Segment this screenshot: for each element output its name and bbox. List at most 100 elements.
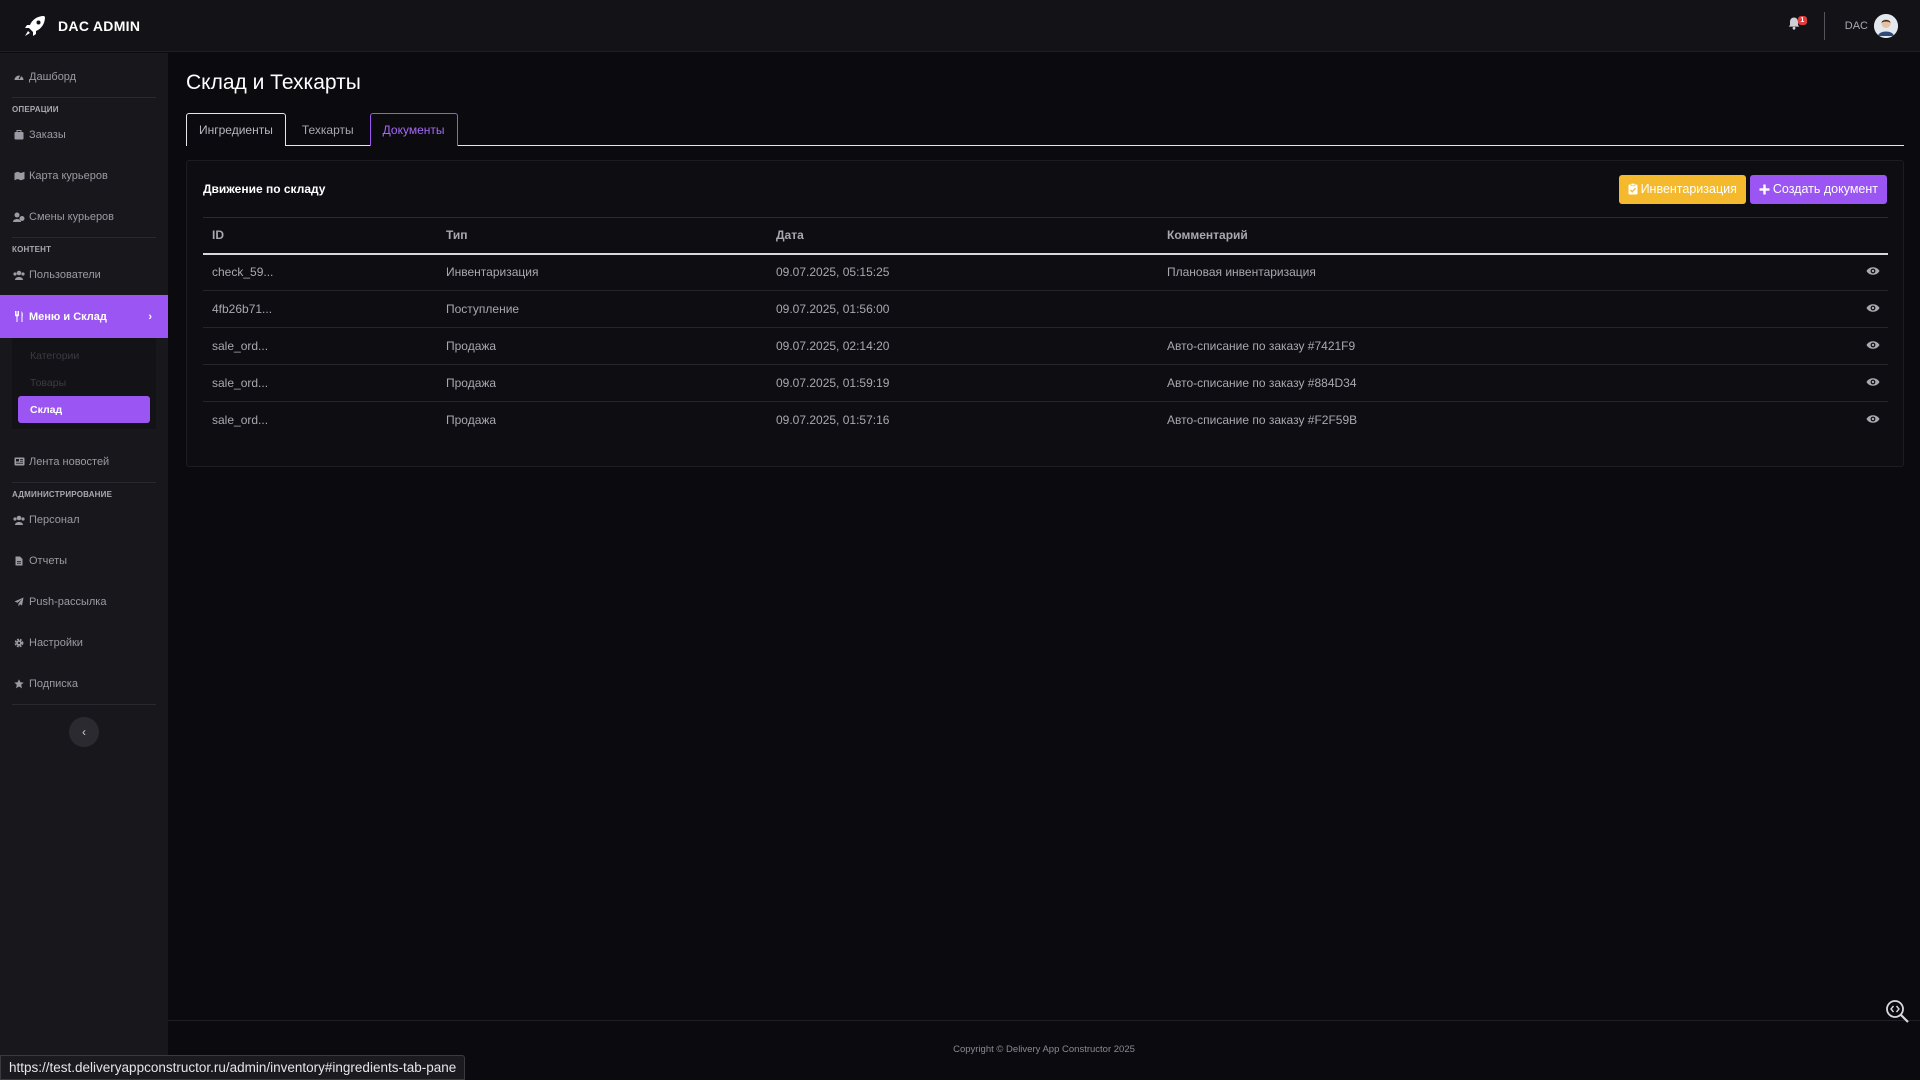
users-icon [13, 269, 25, 281]
avatar [1874, 13, 1898, 38]
tab-bar: Ингредиенты Техкарты Документы [186, 113, 1904, 146]
tab-tech-cards[interactable]: Техкарты [289, 113, 367, 146]
cell-date: 09.07.2025, 01:57:16 [776, 413, 890, 428]
tab-ingredients[interactable]: Ингредиенты [186, 113, 286, 146]
cell-date: 09.07.2025, 02:14:20 [767, 327, 1158, 365]
table-row: sale_ord... Продажа 09.07.2025, 02:14:20… [203, 327, 1888, 365]
cell-type: Поступление [437, 290, 767, 328]
sidebar-item-label: Push-рассылка [29, 595, 107, 608]
submenu-item-products[interactable]: Товары [12, 369, 156, 396]
header-divider [1823, 11, 1825, 40]
view-eye-icon[interactable] [1866, 414, 1880, 424]
cell-id: sale_ord... [212, 413, 269, 428]
clipboard-check-icon [1628, 183, 1638, 195]
cell-type: Продажа [437, 364, 767, 402]
map-icon [13, 170, 25, 182]
sidebar-item-news-feed[interactable]: Лента новостей [0, 441, 168, 482]
column-header-actions [1848, 217, 1888, 255]
sidebar-item-reports[interactable]: Отчеты [0, 540, 168, 581]
utensils-icon [13, 311, 25, 323]
cell-comment [1158, 290, 1848, 328]
sidebar-item-users[interactable]: Пользователи [0, 254, 168, 295]
page-title: Склад и Техкарты [186, 71, 361, 94]
sidebar-divider [12, 704, 156, 705]
cell-type: Продажа [437, 327, 767, 365]
sidebar-item-subscription[interactable]: Подписка [0, 663, 168, 704]
inventory-button-label: Инвентаризация [1640, 182, 1737, 196]
main-content: Склад и Техкарты Ингредиенты Техкарты До… [168, 53, 1920, 1020]
inventory-button[interactable]: Инвентаризация [1618, 174, 1746, 204]
sidebar-item-label: Подписка [29, 677, 78, 690]
sidebar-item-courier-map[interactable]: Карта курьеров [0, 155, 168, 196]
cell-comment: Авто-списание по заказу #7421F9 [1158, 327, 1848, 365]
cell-id: sale_ord... [203, 327, 437, 365]
sidebar: Дашборд ОПЕРАЦИИ Заказы Карта курьеров С… [0, 53, 168, 1056]
column-header-comment[interactable]: Комментарий [1158, 217, 1848, 255]
sidebar-item-label: Персонал [29, 513, 80, 526]
table-row: sale_ord... Продажа 09.07.2025, 01:59:19… [203, 364, 1888, 402]
cart-icon [13, 129, 25, 141]
sidebar-item-courier-shifts[interactable]: Смены курьеров [0, 196, 168, 237]
notifications-button[interactable]: 1 [1784, 15, 1807, 36]
sidebar-item-label: Смены курьеров [29, 210, 115, 223]
footer-divider [168, 1020, 1920, 1021]
sidebar-item-settings[interactable]: Настройки [0, 622, 168, 663]
sidebar-item-label: Пользователи [29, 268, 101, 281]
newspaper-icon [13, 456, 25, 468]
view-eye-icon[interactable] [1866, 340, 1880, 350]
sidebar-item-push[interactable]: Push-рассылка [0, 581, 168, 622]
view-eye-icon[interactable] [1866, 266, 1880, 276]
user-menu[interactable]: DAC [1844, 13, 1898, 38]
view-eye-icon[interactable] [1866, 377, 1880, 387]
cell-id: sale_ord... [203, 364, 437, 402]
cell-date: 09.07.2025, 05:15:25 [767, 253, 1158, 291]
cell-actions [1848, 364, 1888, 402]
cell-actions [1848, 290, 1888, 328]
zoom-code-icon[interactable] [1883, 997, 1911, 1025]
paper-plane-icon [13, 596, 25, 608]
view-eye-icon[interactable] [1866, 303, 1880, 313]
cell-comment: Плановая инвентаризация [1158, 253, 1848, 291]
chevron-left-icon: ‹ [82, 725, 86, 739]
sidebar-item-staff[interactable]: Персонал [0, 499, 168, 540]
sidebar-collapse-button[interactable]: ‹ [69, 717, 99, 747]
table-row: check_59... Инвентаризация 09.07.2025, 0… [203, 253, 1888, 291]
brand[interactable]: DAC ADMIN [0, 0, 168, 52]
sidebar-item-orders[interactable]: Заказы [0, 114, 168, 155]
sidebar-item-menu-warehouse[interactable]: Меню и Склад › [0, 295, 168, 338]
cell-date: 09.07.2025, 01:56:00 [767, 290, 1158, 328]
column-header-id[interactable]: ID [203, 217, 437, 255]
copyright: Copyright © Delivery App Constructor 202… [953, 1044, 1135, 1055]
cell-actions [1848, 253, 1888, 291]
sidebar-item-label: Дашборд [29, 70, 77, 83]
sidebar-item-label: Меню и Склад [29, 310, 107, 323]
cell-comment: Авто-списание по заказу #884D34 [1158, 364, 1848, 402]
sidebar-item-label: Настройки [29, 636, 83, 649]
cell-actions [1848, 402, 1888, 439]
cell-actions [1848, 327, 1888, 365]
sidebar-item-dashboard[interactable]: Дашборд [0, 56, 168, 97]
dashboard-icon [13, 71, 25, 83]
cell-comment: Авто-списание по заказу #F2F59B [1167, 413, 1358, 428]
cell-type: Инвентаризация [437, 253, 767, 291]
column-header-date[interactable]: Дата [767, 217, 1158, 255]
table-header-row: ID Тип Дата Комментарий [203, 217, 1888, 255]
tab-documents[interactable]: Документы [369, 113, 458, 146]
column-header-type[interactable]: Тип [437, 217, 767, 255]
table-row: 4fb26b71... Поступление 09.07.2025, 01:5… [203, 290, 1888, 328]
sidebar-section-title: КОНТЕНТ [12, 245, 52, 254]
cell-type: Продажа [446, 413, 497, 428]
submenu-item-warehouse[interactable]: Склад [18, 396, 150, 423]
create-document-button[interactable]: Создать документ [1749, 174, 1887, 204]
notification-badge: 1 [1797, 15, 1807, 25]
stock-movement-card: Движение по складу Инвентаризация Создат… [186, 160, 1904, 467]
sidebar-item-label: Заказы [29, 128, 66, 141]
submenu-item-categories[interactable]: Категории [12, 342, 156, 369]
sidebar-section-title: АДМИНИСТРИРОВАНИЕ [12, 490, 113, 499]
user-name: DAC [1844, 19, 1868, 32]
documents-table: ID Тип Дата Комментарий check_59... Инве… [203, 217, 1888, 439]
brand-name: DAC ADMIN [58, 17, 141, 34]
sidebar-item-label: Карта курьеров [29, 169, 108, 182]
star-icon [13, 678, 25, 690]
gear-icon [13, 637, 25, 649]
